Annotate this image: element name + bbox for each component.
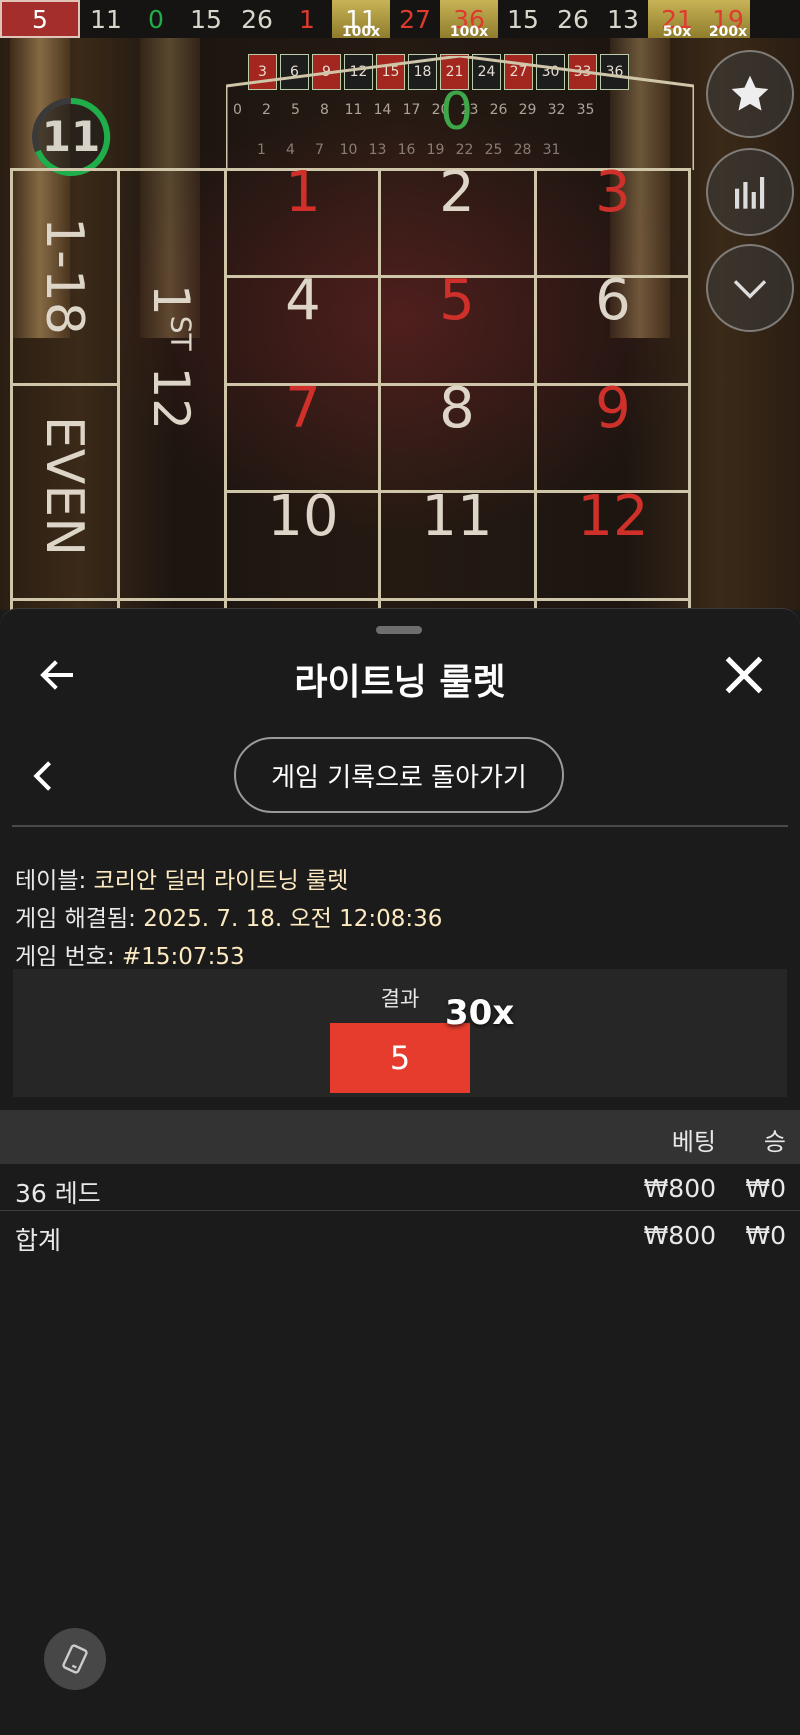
countdown-timer: 11 xyxy=(41,112,101,161)
result-history-item: 19 200x xyxy=(706,0,750,40)
lightning-multiplier: 30x xyxy=(445,993,515,1033)
chevron-left-icon[interactable] xyxy=(30,759,54,793)
result-history-item: 0 xyxy=(132,0,180,38)
column-win: 승 xyxy=(763,1128,786,1156)
bet-amount: ₩800 xyxy=(643,1174,716,1203)
result-history-item: 36 100x xyxy=(440,0,498,40)
table-row: 36 레드 ₩800 ₩0 xyxy=(0,1167,800,1213)
resolved-value: 2025. 7. 18. 오전 12:08:36 xyxy=(143,906,443,932)
statistics-icon xyxy=(735,177,765,209)
result-history-item: 27 xyxy=(390,0,440,38)
result-history-number: 5 xyxy=(32,4,48,34)
bet-number-5[interactable]: 5 xyxy=(380,268,534,333)
bet-number-7[interactable]: 7 xyxy=(226,376,380,441)
statistics-button[interactable] xyxy=(706,148,794,236)
win-amount: ₩0 xyxy=(745,1174,786,1203)
bet-number-8[interactable]: 8 xyxy=(380,376,534,441)
bet-number-3[interactable]: 3 xyxy=(536,160,690,225)
result-label: 결과 xyxy=(380,987,420,1011)
result-history-item: 21 50x xyxy=(648,0,706,40)
total-win: ₩0 xyxy=(745,1221,786,1250)
favorite-button[interactable] xyxy=(706,50,794,138)
chevron-down-icon xyxy=(733,280,767,299)
bet-low-1-18[interactable]: 1-18 xyxy=(34,206,94,346)
result-number-tile: 5 xyxy=(330,1023,470,1093)
resolved-label: 게임 해결됨: xyxy=(15,906,136,932)
collapse-button[interactable] xyxy=(706,244,794,332)
total-bet: ₩800 xyxy=(643,1221,716,1250)
bet-number-9[interactable]: 9 xyxy=(536,376,690,441)
bet-number-6[interactable]: 6 xyxy=(536,268,690,333)
bet-number-2[interactable]: 2 xyxy=(380,160,534,225)
bets-table-header: 베팅 승 xyxy=(0,1110,800,1164)
result-history-item: 11 100x xyxy=(332,0,390,40)
result-history-item: 11 xyxy=(80,0,132,38)
bet-number-4[interactable]: 4 xyxy=(226,268,380,333)
table-info: 테이블: 코리안 딜러 라이트닝 룰렛 xyxy=(15,861,348,895)
bet-name: 36 레드 xyxy=(15,1179,101,1208)
rotate-screen-button[interactable] xyxy=(44,1628,106,1690)
results-history-strip: 5 11 0 15 26 1 11 100x 27 36 100x 15 26 13 21 50x 19 200x xyxy=(0,0,800,40)
result-history-number: 13 xyxy=(607,4,639,34)
sheet-title: 라이트닝 룰렛 xyxy=(294,662,506,703)
result-history-number: 11 xyxy=(90,4,122,34)
divider xyxy=(12,825,788,827)
bet-number-11[interactable]: 11 xyxy=(380,484,534,549)
result-history-item: 5 xyxy=(0,0,80,38)
result-history-item: 26 xyxy=(548,0,598,38)
result-history-number: 15 xyxy=(507,4,539,34)
bet-number-10[interactable]: 10 xyxy=(226,484,380,549)
bet-even[interactable]: EVEN xyxy=(34,408,94,564)
table-value: 코리안 딜러 라이트닝 룰렛 xyxy=(93,868,349,894)
dozen-number: 12 xyxy=(142,366,200,431)
bet-number-1[interactable]: 1 xyxy=(226,160,380,225)
star-icon xyxy=(731,75,769,111)
result-history-item: 1 xyxy=(282,0,332,38)
result-history-number: 27 xyxy=(399,4,431,34)
sheet-drag-handle[interactable] xyxy=(376,626,422,634)
close-icon[interactable] xyxy=(722,653,766,697)
game-number-value: #15:07:53 xyxy=(122,944,245,970)
bet-first-dozen[interactable]: 1ST 12 xyxy=(142,282,200,432)
zero-pocket[interactable]: 0 xyxy=(440,82,473,142)
resolved-info: 게임 해결됨: 2025. 7. 18. 오전 12:08:36 xyxy=(15,899,442,933)
column-bet: 베팅 xyxy=(671,1128,716,1156)
result-history-item: 13 xyxy=(598,0,648,38)
result-history-number: 26 xyxy=(557,4,589,34)
dozen-suffix: ST xyxy=(164,315,198,351)
rotate-device-icon xyxy=(62,1644,88,1674)
result-history-number: 15 xyxy=(190,4,222,34)
result-history-item: 26 xyxy=(232,0,282,38)
game-number-label: 게임 번호: xyxy=(15,944,115,970)
result-panel: 결과 5 30x xyxy=(13,969,787,1097)
game-number-info: 게임 번호: #15:07:53 xyxy=(15,937,245,971)
result-history-item: 15 xyxy=(498,0,548,38)
back-to-history-button[interactable]: 게임 기록으로 돌아가기 xyxy=(234,737,564,813)
game-area: 3 6 9 12 15 18 21 24 27 30 33 36 0 2 5 8 11 14 17 20 23 26 29… xyxy=(0,38,800,610)
result-history-number: 0 xyxy=(148,4,164,34)
row-divider xyxy=(0,1210,800,1211)
table-total-row: 합계 ₩800 ₩0 xyxy=(0,1214,800,1260)
result-history-number: 26 xyxy=(241,4,273,34)
result-history-item: 15 xyxy=(180,0,232,38)
table-label: 테이블: xyxy=(15,868,87,894)
game-detail-sheet: 라이트닝 룰렛 게임 기록으로 돌아가기 테이블: 코리안 딜러 라이트닝 룰렛… xyxy=(0,608,800,1735)
result-history-number: 1 xyxy=(299,4,315,34)
total-label: 합계 xyxy=(15,1226,62,1255)
bet-number-12[interactable]: 12 xyxy=(536,484,690,549)
dozen-prefix: 1 xyxy=(142,283,200,316)
